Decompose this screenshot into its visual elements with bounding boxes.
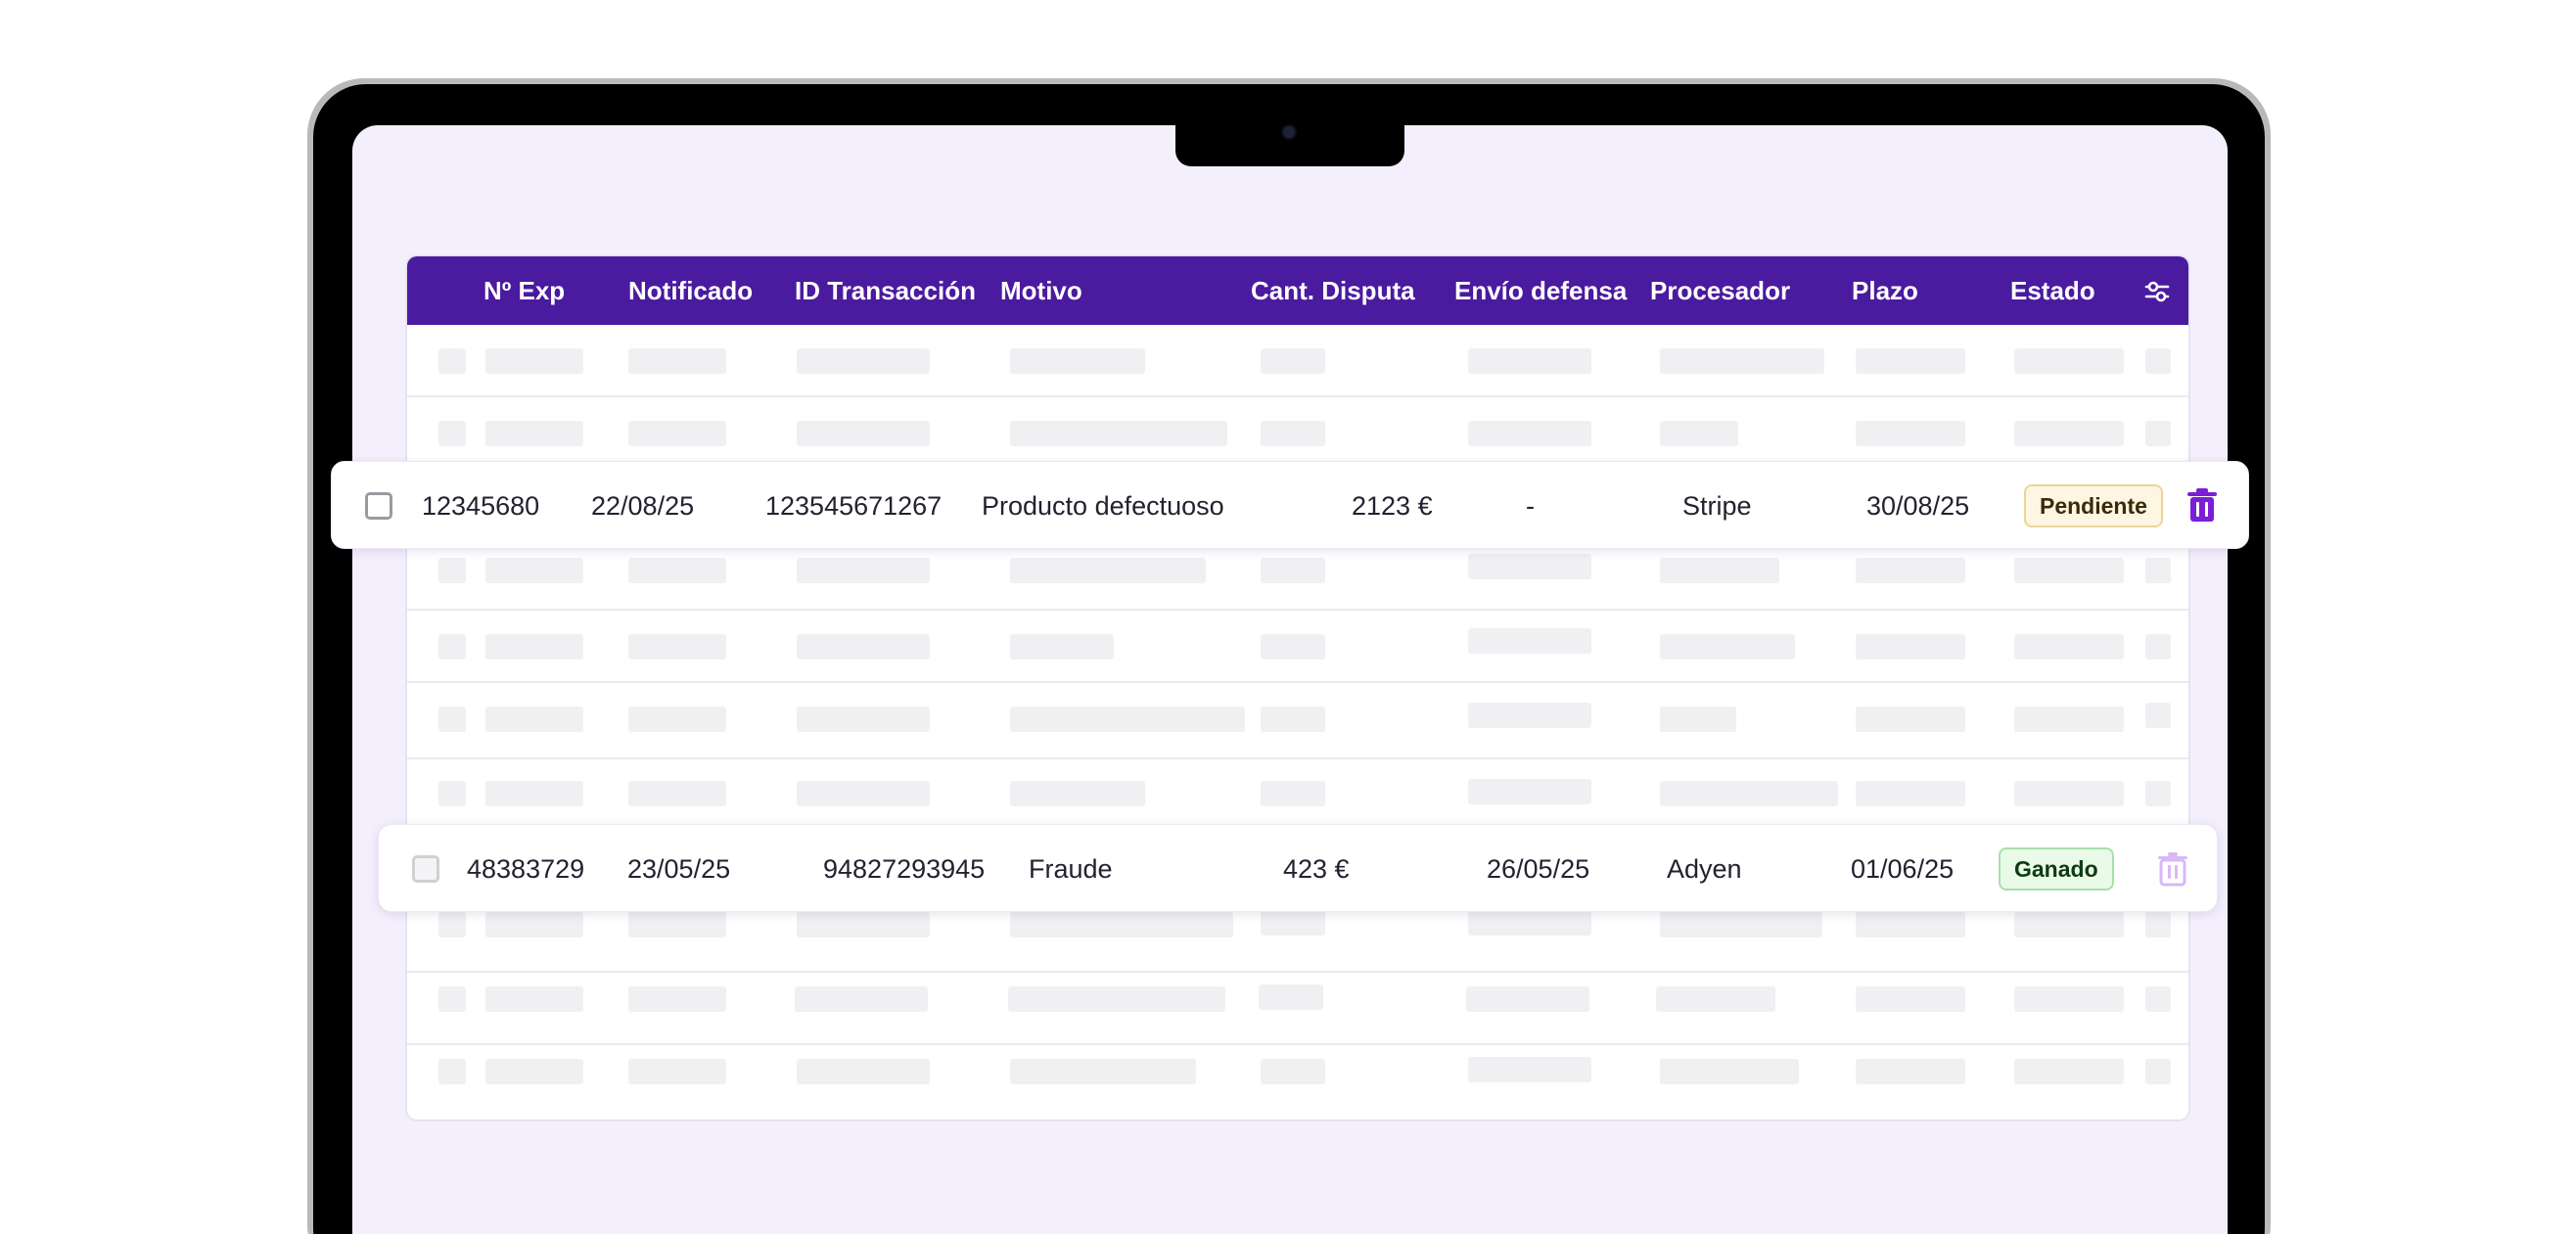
skeleton-row <box>407 397 2188 470</box>
skeleton-row <box>407 542 2188 611</box>
row-checkbox[interactable] <box>365 492 392 520</box>
trash-icon[interactable] <box>2157 851 2188 887</box>
cell-exp: 12345680 <box>422 491 540 521</box>
cell-cantidad: 2123 € <box>1352 491 1433 521</box>
column-header-plazo[interactable]: Plazo <box>1852 256 1918 325</box>
cell-procesador: Stripe <box>1682 491 1752 521</box>
cell-id-transaccion: 123545671267 <box>765 491 943 521</box>
table-header: Nº Exp Notificado ID Transacción Motivo … <box>407 256 2188 325</box>
cell-notificado: 22/08/25 <box>591 491 695 521</box>
status-badge: Ganado <box>1999 847 2114 891</box>
cell-motivo: Producto defectuoso <box>982 491 1224 521</box>
column-header-procesador[interactable]: Procesador <box>1650 256 1790 325</box>
skeleton-row <box>407 683 2188 759</box>
skeleton-row <box>407 1045 2188 1118</box>
column-header-envio-defensa[interactable]: Envío defensa <box>1454 256 1627 325</box>
cell-exp: 48383729 <box>467 854 585 884</box>
sliders-icon[interactable] <box>2143 278 2171 305</box>
table-row-highlighted[interactable]: 48383729 23/05/25 94827293945 Fraude 423… <box>378 824 2218 912</box>
skeleton-row <box>407 973 2188 1045</box>
column-header-cantidad[interactable]: Cant. Disputa <box>1251 256 1415 325</box>
cell-plazo: 30/08/25 <box>1866 491 1970 521</box>
skeleton-row <box>407 611 2188 683</box>
disputes-table: Nº Exp Notificado ID Transacción Motivo … <box>405 254 2190 1121</box>
column-header-estado[interactable]: Estado <box>2010 256 2095 325</box>
trash-icon[interactable] <box>2186 488 2218 524</box>
column-header-notificado[interactable]: Notificado <box>628 256 753 325</box>
camera-icon <box>1281 124 1297 140</box>
cell-cantidad: 423 € <box>1283 854 1350 884</box>
column-header-exp[interactable]: Nº Exp <box>483 256 565 325</box>
cell-notificado: 23/05/25 <box>627 854 731 884</box>
column-header-id-transaccion[interactable]: ID Transacción <box>795 256 976 325</box>
cell-plazo: 01/06/25 <box>1851 854 1955 884</box>
cell-envio-defensa: 26/05/25 <box>1487 854 1590 884</box>
status-badge: Pendiente <box>2024 484 2163 527</box>
cell-procesador: Adyen <box>1667 854 1742 884</box>
skeleton-row <box>407 759 2188 824</box>
cell-id-transaccion: 94827293945 <box>823 854 986 884</box>
row-checkbox[interactable] <box>412 855 439 883</box>
column-header-motivo[interactable]: Motivo <box>1000 256 1082 325</box>
skeleton-row <box>407 325 2188 397</box>
cell-envio-defensa: - <box>1526 491 1535 521</box>
table-row-highlighted[interactable]: 12345680 22/08/25 123545671267 Producto … <box>331 461 2249 549</box>
cell-motivo: Fraude <box>1029 854 1113 884</box>
